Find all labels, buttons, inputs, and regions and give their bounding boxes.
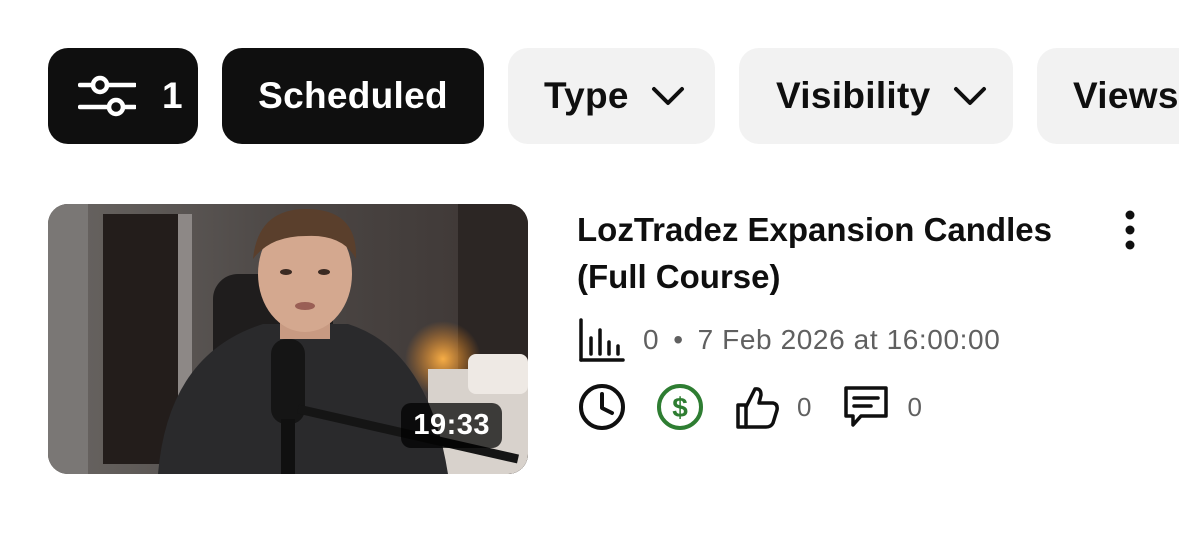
bar-chart-icon[interactable] <box>577 316 625 364</box>
thumbs-up-icon[interactable] <box>733 383 781 431</box>
video-duration: 19:33 <box>401 403 502 448</box>
like-count: 0 <box>797 391 812 422</box>
chip-visibility-label: Visibility <box>776 75 931 116</box>
chevron-down-icon <box>651 86 685 106</box>
video-meta: 0 • 7 Feb 2026 at 16:00:00 <box>577 315 1000 365</box>
dollar-circle-icon[interactable]: $ <box>655 382 705 432</box>
chip-scheduled[interactable]: Scheduled <box>222 48 484 144</box>
filter-button[interactable]: 1 <box>48 48 198 144</box>
scheduled-time: 7 Feb 2026 at 16:00:00 <box>697 324 1001 355</box>
filter-count: 1 <box>162 75 183 116</box>
clock-icon[interactable] <box>577 382 627 432</box>
chevron-down-icon <box>953 86 987 106</box>
video-title[interactable]: LozTradez Expansion Candles (Full Course… <box>577 206 1107 300</box>
view-count: 0 <box>643 324 660 355</box>
video-stats: $ 0 0 <box>577 380 922 434</box>
filter-chip-bar: 1 Scheduled Type Visibility Views <box>48 48 1179 144</box>
chip-scheduled-label: Scheduled <box>258 75 448 116</box>
more-vertical-icon <box>1125 210 1135 250</box>
sliders-icon <box>78 75 136 117</box>
comment-count: 0 <box>907 391 922 422</box>
meta-separator: • <box>673 324 684 355</box>
chip-views-label: Views <box>1073 75 1179 116</box>
comment-icon[interactable] <box>841 383 891 431</box>
more-options-button[interactable] <box>1110 210 1150 250</box>
chip-type-label: Type <box>544 75 629 116</box>
chip-type-dropdown[interactable]: Type <box>508 48 715 144</box>
video-thumbnail[interactable]: 19:33 <box>48 204 528 474</box>
chip-visibility-dropdown[interactable]: Visibility <box>739 48 1013 144</box>
content-list-page: 1 Scheduled Type Visibility Views 19:33 … <box>0 0 1179 542</box>
chip-views-dropdown[interactable]: Views <box>1037 48 1179 144</box>
svg-text:$: $ <box>672 392 688 423</box>
